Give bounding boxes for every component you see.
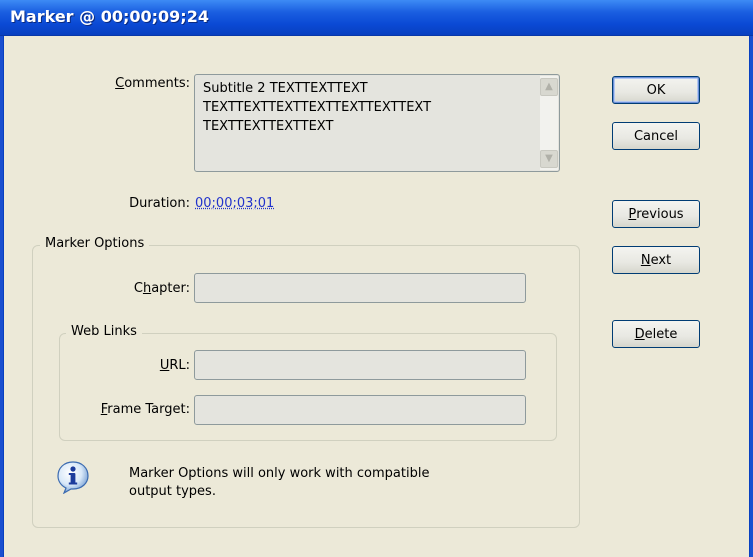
info-message: Marker Options will only work with compa… xyxy=(129,466,430,499)
url-label: URL: xyxy=(159,358,190,373)
marker-dialog: Marker @ 00;00;09;24 Comments: Subtitle … xyxy=(0,0,753,557)
dialog-body: Comments: Subtitle 2 TEXTTEXTTEXT TEXTTE… xyxy=(3,36,750,557)
title-bar[interactable]: Marker @ 00;00;09;24 xyxy=(0,0,753,36)
chapter-field[interactable] xyxy=(194,273,526,303)
duration-value[interactable]: 00;00;03;01 xyxy=(195,196,274,211)
scroll-up-arrow-icon[interactable]: ▲ xyxy=(540,78,558,96)
scroll-down-arrow-icon[interactable]: ▼ xyxy=(540,150,558,168)
url-field[interactable] xyxy=(194,350,526,380)
ok-button[interactable]: OK xyxy=(612,76,700,104)
frame-target-label: Frame Target: xyxy=(100,402,190,417)
chapter-label: Chapter: xyxy=(133,281,190,296)
info-icon xyxy=(57,461,89,494)
frame-target-field[interactable] xyxy=(194,395,526,425)
next-button[interactable]: Next xyxy=(612,246,700,274)
marker-options-legend: Marker Options xyxy=(40,236,150,251)
cancel-button[interactable]: Cancel xyxy=(612,122,700,150)
comments-text: Subtitle 2 TEXTTEXTTEXT TEXTTEXTTEXTTEXT… xyxy=(203,81,432,134)
comments-scrollbar[interactable]: ▲ ▼ xyxy=(540,76,558,170)
window-title: Marker @ 00;00;09;24 xyxy=(10,7,209,26)
comments-label: Comments: xyxy=(115,76,190,91)
comments-textarea[interactable]: Subtitle 2 TEXTTEXTTEXT TEXTTEXTTEXTTEXT… xyxy=(194,74,560,172)
delete-button[interactable]: Delete xyxy=(612,320,700,348)
duration-label: Duration: xyxy=(129,196,190,211)
previous-button[interactable]: Previous xyxy=(612,200,700,228)
web-links-legend: Web Links xyxy=(66,324,142,339)
